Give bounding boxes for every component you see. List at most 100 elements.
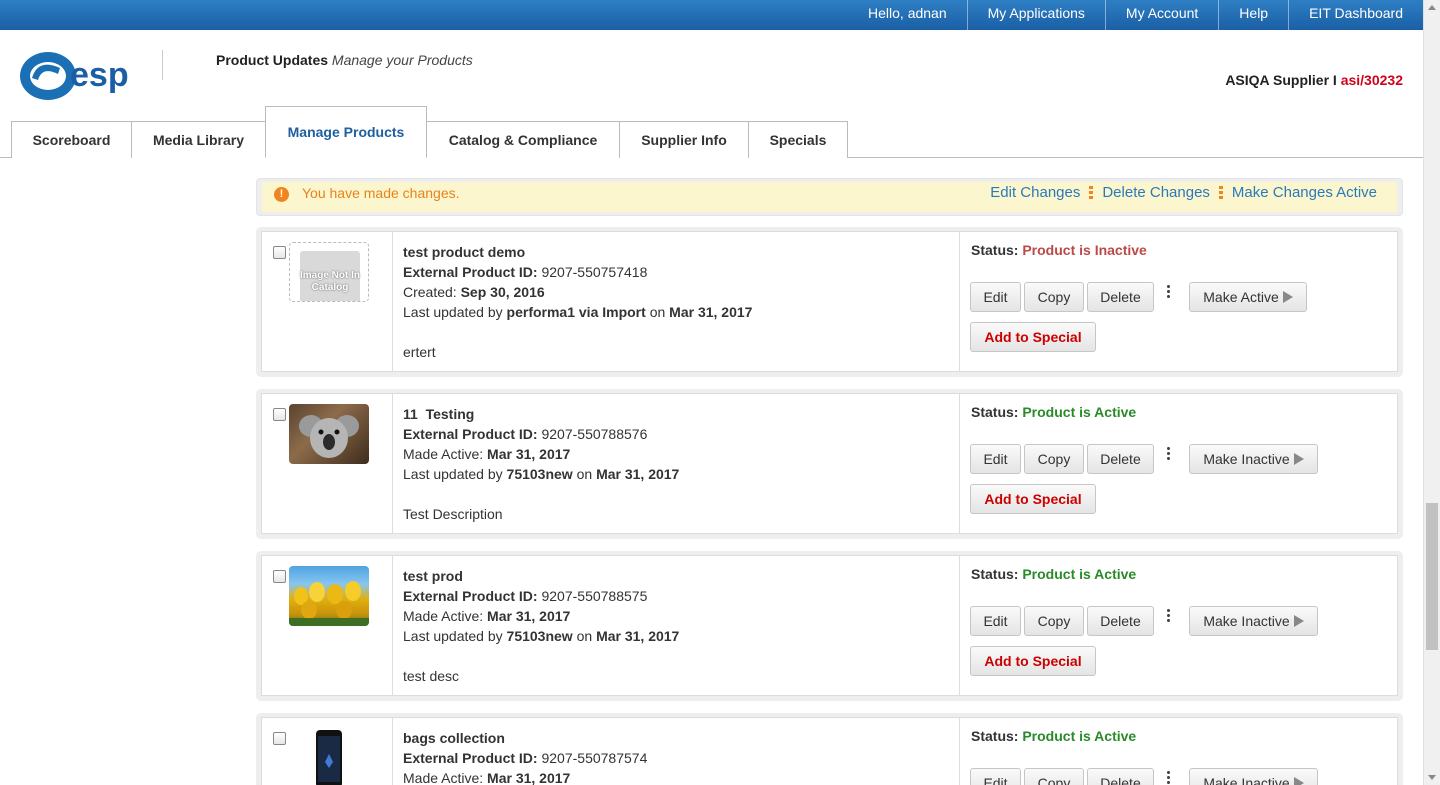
date-value: Mar 31, 2017 (487, 446, 571, 462)
scrollbar-thumb[interactable] (1426, 503, 1438, 650)
vertical-scrollbar[interactable] (1423, 0, 1440, 785)
make-active-button[interactable]: Make Active (1189, 282, 1307, 312)
copy-button[interactable]: Copy (1024, 768, 1084, 785)
make-inactive-button[interactable]: Make Inactive (1189, 606, 1318, 636)
product-name[interactable]: bags collection (403, 728, 953, 748)
date-value: Mar 31, 2017 (487, 608, 571, 624)
product-image-koala[interactable] (289, 404, 369, 464)
status-line: Status: Product is Inactive (971, 242, 1147, 258)
tab-scoreboard[interactable]: Scoreboard (11, 121, 132, 158)
product-info: test prod External Product ID: 9207-5507… (403, 566, 953, 686)
external-id-label: External Product ID: (403, 426, 538, 442)
external-id: 9207-550788575 (541, 588, 648, 604)
scroll-down-arrow-icon[interactable] (1428, 775, 1436, 780)
delete-button[interactable]: Delete (1087, 768, 1154, 785)
my-applications-link[interactable]: My Applications (966, 0, 1105, 30)
status-label: Status: (971, 728, 1019, 744)
delete-button[interactable]: Delete (1087, 282, 1154, 312)
product-info: bags collection External Product ID: 920… (403, 728, 953, 785)
add-to-special-button[interactable]: Add to Special (970, 484, 1096, 514)
updated-prefix: Last updated by (403, 628, 503, 644)
updated-on: on (576, 466, 593, 482)
updated-prefix: Last updated by (403, 466, 503, 482)
link-separator (1218, 185, 1223, 200)
updated-on: on (576, 628, 593, 644)
date-label: Created: (403, 284, 457, 300)
delete-button[interactable]: Delete (1087, 444, 1154, 474)
more-options-icon[interactable] (1167, 284, 1170, 298)
make-changes-active-link[interactable]: Make Changes Active (1232, 184, 1377, 201)
updated-date: Mar 31, 2017 (596, 628, 680, 644)
updated-date: Mar 31, 2017 (669, 304, 753, 320)
date-label: Made Active: (403, 770, 484, 785)
supplier-id: asi/30232 (1340, 72, 1403, 88)
product-description: test desc (403, 668, 460, 684)
changes-notice: ! You have made changes. Edit Changes De… (256, 178, 1403, 216)
tab-supplier-info[interactable]: Supplier Info (619, 121, 749, 158)
toggle-label: Make Inactive (1203, 775, 1290, 785)
external-id: 9207-550787574 (541, 750, 648, 766)
my-account-link[interactable]: My Account (1104, 0, 1218, 30)
updated-on: on (649, 304, 666, 320)
product-name[interactable]: test product demo (403, 242, 953, 262)
esp-logo[interactable]: esp (18, 48, 142, 104)
toggle-label: Make Active (1203, 289, 1279, 305)
status-value: Product is Active (1022, 566, 1137, 582)
product-name[interactable]: 11 Testing (403, 404, 953, 424)
product-checkbox[interactable] (273, 570, 286, 583)
notice-message: You have made changes. (302, 185, 460, 201)
product-image-tulips[interactable] (289, 566, 369, 626)
make-inactive-button[interactable]: Make Inactive (1189, 444, 1318, 474)
status-label: Status: (971, 242, 1019, 258)
delete-button[interactable]: Delete (1087, 606, 1154, 636)
toggle-label: Make Inactive (1203, 613, 1290, 629)
more-options-icon[interactable] (1167, 446, 1170, 460)
edit-changes-link[interactable]: Edit Changes (990, 184, 1080, 201)
copy-button[interactable]: Copy (1024, 444, 1084, 474)
product-image-phone[interactable] (289, 728, 369, 785)
edit-button[interactable]: Edit (970, 282, 1021, 312)
edit-button[interactable]: Edit (970, 444, 1021, 474)
add-to-special-button[interactable]: Add to Special (970, 646, 1096, 676)
product-name[interactable]: test prod (403, 566, 953, 586)
toggle-label: Make Inactive (1203, 451, 1290, 467)
date-value: Sep 30, 2016 (460, 284, 545, 300)
product-card: 11 Testing External Product ID: 9207-550… (256, 389, 1403, 539)
delete-changes-link[interactable]: Delete Changes (1102, 184, 1210, 201)
more-options-icon[interactable] (1167, 770, 1170, 784)
copy-button[interactable]: Copy (1024, 606, 1084, 636)
product-image-placeholder[interactable]: Image Not In Catalog (289, 242, 369, 302)
help-link[interactable]: Help (1218, 0, 1288, 30)
supplier-separator: I (1329, 72, 1341, 88)
greeting: Hello, adnan (868, 5, 947, 21)
copy-button[interactable]: Copy (1024, 282, 1084, 312)
tab-catalog-compliance[interactable]: Catalog & Compliance (426, 121, 620, 158)
image-not-in-catalog-text: Image Not In Catalog (299, 270, 360, 293)
tab-specials[interactable]: Specials (748, 121, 848, 158)
updated-by: 75103new (506, 466, 573, 482)
logo-divider (162, 50, 163, 80)
date-label: Made Active: (403, 446, 484, 462)
external-id-label: External Product ID: (403, 750, 538, 766)
status-line: Status: Product is Active (971, 566, 1136, 582)
play-arrow-icon (1282, 291, 1293, 303)
external-id: 9207-550788576 (541, 426, 648, 442)
product-checkbox[interactable] (273, 246, 286, 259)
tab-manage-products[interactable]: Manage Products (265, 106, 427, 158)
play-arrow-icon (1293, 453, 1304, 465)
edit-button[interactable]: Edit (970, 606, 1021, 636)
more-options-icon[interactable] (1167, 608, 1170, 622)
eit-dashboard-link[interactable]: EIT Dashboard (1288, 0, 1423, 30)
tab-media-library[interactable]: Media Library (131, 121, 266, 158)
product-checkbox[interactable] (273, 408, 286, 421)
make-inactive-button[interactable]: Make Inactive (1189, 768, 1318, 785)
product-description: Test Description (403, 506, 503, 522)
scroll-up-arrow-icon[interactable] (1428, 5, 1436, 10)
product-card: test prod External Product ID: 9207-5507… (256, 551, 1403, 701)
updated-prefix: Last updated by (403, 304, 503, 320)
warning-icon: ! (274, 187, 289, 202)
product-checkbox[interactable] (273, 732, 286, 745)
edit-button[interactable]: Edit (970, 768, 1021, 785)
add-to-special-button[interactable]: Add to Special (970, 322, 1096, 352)
external-id: 9207-550757418 (541, 264, 648, 280)
